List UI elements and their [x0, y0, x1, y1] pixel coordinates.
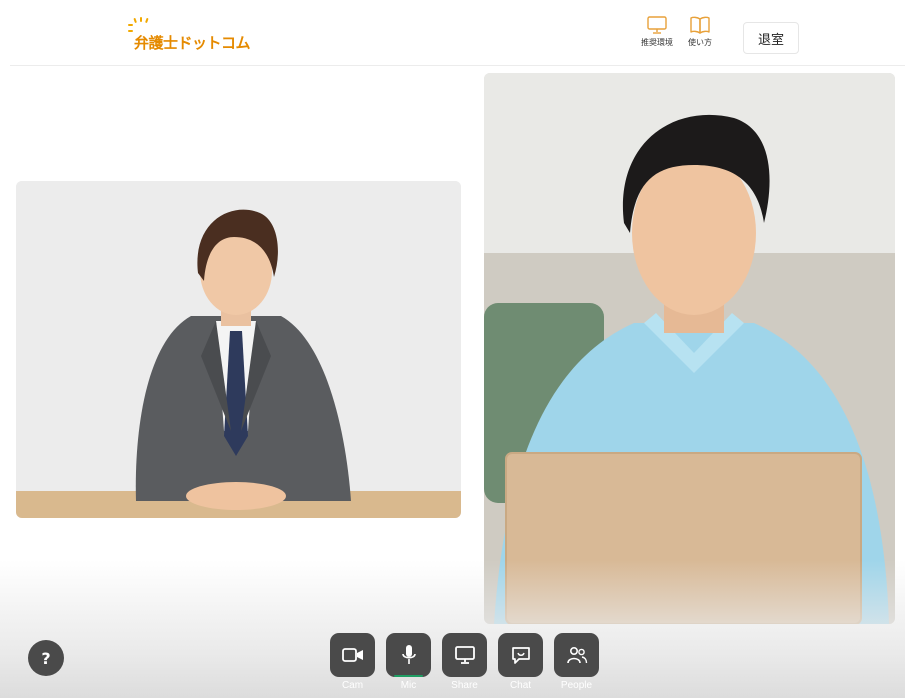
call-controls: Cam Mic Share Chat People: [330, 633, 599, 691]
book-icon: [690, 16, 710, 34]
app-header: 弁護士ドットコム 推奨環境 使い方 退室: [10, 9, 905, 66]
microphone-label: Mic: [400, 680, 417, 691]
screen-share-icon: [454, 646, 475, 664]
monitor-icon: [647, 16, 667, 34]
people-icon: [566, 646, 587, 664]
screen-share-label: Share: [451, 680, 478, 691]
video-tile-participant-2: [484, 73, 895, 624]
participant-video-shirt: [484, 73, 895, 624]
chat-button[interactable]: Chat: [498, 633, 543, 691]
chat-label: Chat: [509, 680, 532, 691]
chat-icon: [511, 647, 530, 664]
recommended-environment-label: 推奨環境: [641, 38, 673, 47]
people-button[interactable]: People: [554, 633, 599, 691]
recommended-environment-link[interactable]: 推奨環境: [637, 15, 677, 48]
screen-share-button[interactable]: Share: [442, 633, 487, 691]
help-button[interactable]: ?: [28, 640, 64, 676]
brand-logo[interactable]: 弁護士ドットコム: [128, 17, 251, 59]
microphone-icon: [401, 645, 416, 664]
camera-icon: [341, 648, 363, 662]
participant-video-suit: [16, 181, 461, 518]
microphone-button[interactable]: Mic: [386, 633, 431, 691]
camera-button[interactable]: Cam: [330, 633, 375, 691]
how-to-use-label: 使い方: [688, 38, 712, 47]
leave-room-button[interactable]: 退室: [743, 22, 799, 54]
how-to-use-link[interactable]: 使い方: [680, 15, 720, 48]
camera-label: Cam: [341, 680, 364, 691]
logo-text: 弁護士ドットコム: [134, 34, 251, 52]
video-tile-participant-1: [16, 181, 461, 518]
people-label: People: [560, 680, 593, 691]
sun-logo-icon: [128, 17, 149, 32]
